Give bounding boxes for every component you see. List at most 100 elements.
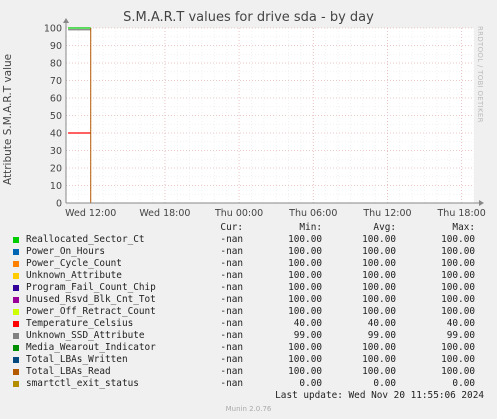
legend-cur-value: -nan	[220, 306, 243, 317]
legend-min-value: 99.00	[293, 330, 322, 341]
legend-avg-value: 100.00	[362, 294, 396, 305]
legend-min-value: 100.00	[288, 306, 322, 317]
legend-cur-value: -nan	[220, 354, 243, 365]
legend-swatch	[13, 381, 19, 387]
legend-cur-value: -nan	[220, 366, 243, 377]
legend-row: Unknown_SSD_Attribute -nan 99.00 99.00 99.00	[12, 330, 482, 342]
legend-max-value: 0.00	[452, 378, 475, 389]
legend-swatch	[13, 261, 19, 267]
x-axis-arrow	[479, 200, 484, 206]
legend-max-value: 100.00	[441, 282, 475, 293]
legend-series-name: Power_Cycle_Count	[26, 258, 122, 269]
x-tick-label: Thu 06:00	[288, 208, 337, 219]
y-tick-labels: 0 10 20 30 40 50 60 70 80 90 100	[44, 24, 62, 210]
legend-max-value: 100.00	[441, 342, 475, 353]
x-tick-label: Thu 18:00	[437, 208, 486, 219]
legend-avg-value: 99.00	[367, 330, 396, 341]
y-tick-label: 90	[50, 41, 62, 52]
y-tick-label: 20	[50, 164, 62, 175]
legend-row: Power_On_Hours -nan 100.00 100.00 100.00	[12, 246, 482, 258]
legend-row: Program_Fail_Count_Chip -nan 100.00 100.00 1…	[12, 282, 482, 294]
y-tick-label: 0	[56, 199, 62, 210]
y-axis-arrow	[63, 18, 69, 23]
legend-row: Total_LBAs_Read -nan 100.00 100.00 100.00	[12, 366, 482, 378]
legend-min-value: 100.00	[288, 294, 322, 305]
x-tick-label: Wed 12:00	[65, 208, 116, 219]
legend-header-cur: Cur:	[220, 222, 243, 233]
legend-min-value: 100.00	[288, 354, 322, 365]
legend-row: Media_Wearout_Indicator -nan 100.00 100.00 1…	[12, 342, 482, 354]
legend-max-value: 100.00	[441, 234, 475, 245]
legend-series-name: Unknown_SSD_Attribute	[26, 330, 145, 341]
y-tick-label: 80	[50, 59, 62, 70]
legend-swatch	[13, 333, 19, 339]
legend-swatch	[13, 357, 19, 363]
legend-avg-value: 100.00	[362, 270, 396, 281]
legend-avg-value: 100.00	[362, 258, 396, 269]
legend-rows: Reallocated_Sector_Ct -nan 100.00 100.00 100…	[12, 234, 482, 390]
x-tick-label: Thu 00:00	[214, 208, 263, 219]
legend-min-value: 100.00	[288, 270, 322, 281]
y-tick-label: 100	[44, 24, 62, 35]
legend-row: Unknown_Attribute -nan 100.00 100.00 100.00	[12, 270, 482, 282]
legend-row: Power_Cycle_Count -nan 100.00 100.00 100.00	[12, 258, 482, 270]
legend-series-name: Unused_Rsvd_Blk_Cnt_Tot	[26, 294, 156, 305]
y-tick-label: 10	[50, 181, 62, 192]
legend-series-name: Unknown_Attribute	[26, 270, 122, 281]
legend-row: Reallocated_Sector_Ct -nan 100.00 100.00 100…	[12, 234, 482, 246]
legend-avg-value: 100.00	[362, 234, 396, 245]
legend-series-name: Reallocated_Sector_Ct	[26, 234, 145, 245]
legend-max-value: 40.00	[446, 318, 475, 329]
legend-cur-value: -nan	[220, 330, 243, 341]
legend-cur-value: -nan	[220, 234, 243, 245]
legend-swatch	[13, 249, 19, 255]
legend-swatch	[13, 273, 19, 279]
x-tick-labels: Wed 12:00 Wed 18:00 Thu 00:00 Thu 06:00 Thu …	[65, 208, 486, 219]
legend-header-max: Max:	[452, 222, 475, 233]
y-tick-label: 50	[50, 111, 62, 122]
legend-max-value: 100.00	[441, 366, 475, 377]
legend-min-value: 0.00	[299, 378, 322, 389]
munin-version: Munin 2.0.76	[225, 405, 272, 413]
last-update: Last update: Wed Nov 20 11:55:06 2024	[275, 390, 484, 401]
legend-cur-value: -nan	[220, 282, 243, 293]
legend-avg-value: 0.00	[373, 378, 396, 389]
legend-avg-value: 100.00	[362, 342, 396, 353]
legend-avg-value: 100.00	[362, 306, 396, 317]
legend-swatch	[13, 321, 19, 327]
legend-cur-value: -nan	[220, 258, 243, 269]
legend-row: Unused_Rsvd_Blk_Cnt_Tot -nan 100.00 100.00 1…	[12, 294, 482, 306]
legend-avg-value: 100.00	[362, 246, 396, 257]
legend-min-value: 100.00	[288, 366, 322, 377]
legend-swatch	[13, 369, 19, 375]
legend: Cur: Min: Avg: Max: Reallocated_Sector_C…	[12, 222, 482, 390]
legend-max-value: 100.00	[441, 294, 475, 305]
legend-series-name: Media_Wearout_Indicator	[26, 342, 156, 353]
legend-max-value: 99.00	[446, 330, 475, 341]
legend-min-value: 100.00	[288, 246, 322, 257]
legend-row: Temperature_Celsius -nan 40.00 40.00 40.00	[12, 318, 482, 330]
plot-area: 0 10 20 30 40 50 60 70 80 90 100 Wed 12:00 Wed 18:0…	[44, 18, 486, 219]
legend-avg-value: 100.00	[362, 354, 396, 365]
legend-max-value: 100.00	[441, 246, 475, 257]
legend-avg-value: 40.00	[367, 318, 396, 329]
legend-avg-value: 100.00	[362, 282, 396, 293]
legend-series-name: Power_Off_Retract_Count	[26, 306, 156, 317]
grid-lines	[65, 27, 475, 204]
y-tick-label: 60	[50, 94, 62, 105]
legend-max-value: 100.00	[441, 354, 475, 365]
legend-series-name: Total_LBAs_Written	[26, 354, 128, 365]
legend-min-value: 100.00	[288, 234, 322, 245]
legend-series-name: Temperature_Celsius	[26, 318, 134, 329]
legend-cur-value: -nan	[220, 294, 243, 305]
munin-graph: S.M.A.R.T values for drive sda - by day …	[0, 0, 497, 419]
legend-series-name: Total_LBAs_Read	[26, 366, 111, 377]
legend-min-value: 100.00	[288, 258, 322, 269]
legend-min-value: 100.00	[288, 282, 322, 293]
y-tick-label: 30	[50, 146, 62, 157]
legend-cur-value: -nan	[220, 246, 243, 257]
x-tick-label: Wed 18:00	[139, 208, 190, 219]
legend-row: smartctl_exit_status -nan 0.00 0.00 0.00	[12, 378, 482, 390]
legend-header-avg: Avg:	[373, 222, 396, 233]
legend-swatch	[13, 285, 19, 291]
